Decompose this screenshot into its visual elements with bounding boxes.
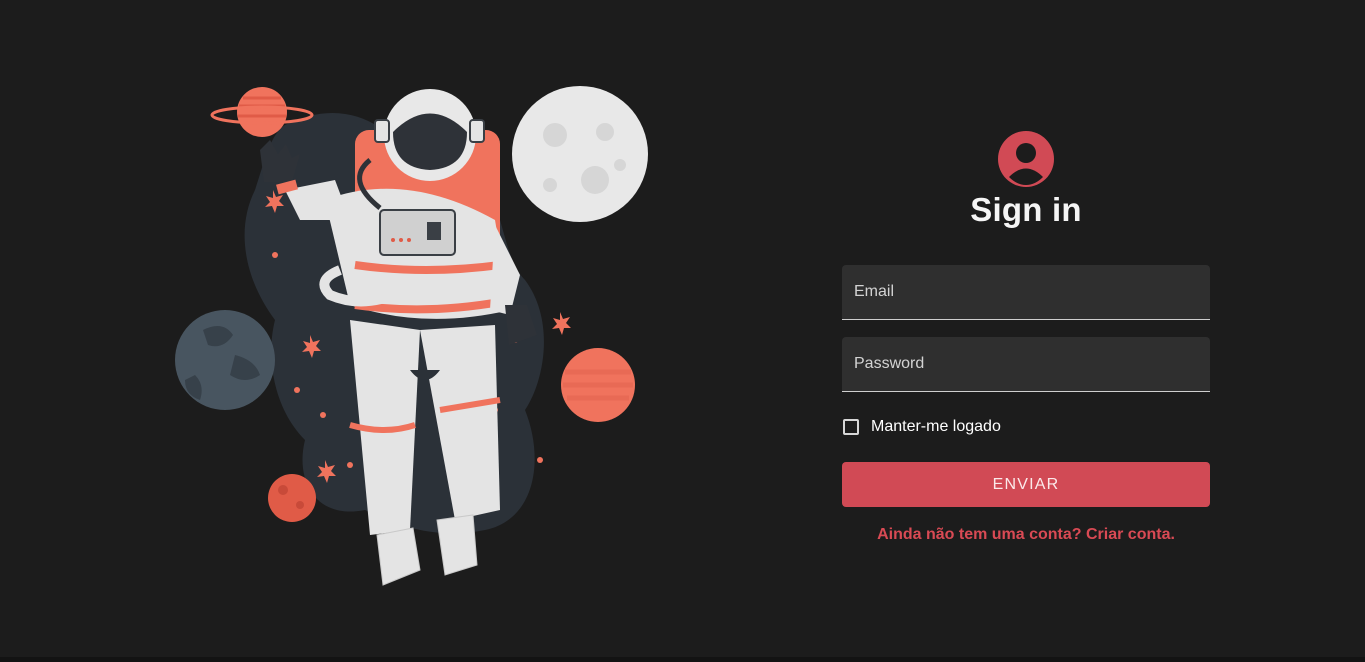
remember-me-label[interactable]: Manter-me logado — [871, 418, 1001, 436]
remember-me[interactable]: Manter-me logado — [842, 418, 1210, 436]
moon-icon — [512, 86, 648, 222]
password-field-container — [842, 337, 1210, 392]
signin-form: Sign in Manter-me logado ENVIAR Ainda nã… — [842, 130, 1210, 544]
earth-planet-icon — [175, 310, 275, 410]
red-planet-icon — [561, 348, 635, 422]
remember-me-checkbox[interactable] — [843, 419, 859, 435]
create-account-link[interactable]: Ainda não tem uma conta? Criar conta. — [842, 526, 1210, 544]
email-field-container — [842, 265, 1210, 320]
submit-button[interactable]: ENVIAR — [842, 462, 1210, 507]
astronaut-illustration — [165, 80, 655, 595]
user-circle-icon — [998, 131, 1054, 187]
password-field[interactable] — [842, 337, 1210, 391]
bottom-edge-bar — [0, 657, 1365, 662]
page-title: Sign in — [970, 191, 1082, 228]
small-red-planet-icon — [268, 474, 316, 522]
email-field[interactable] — [842, 265, 1210, 319]
avatar — [842, 130, 1210, 188]
